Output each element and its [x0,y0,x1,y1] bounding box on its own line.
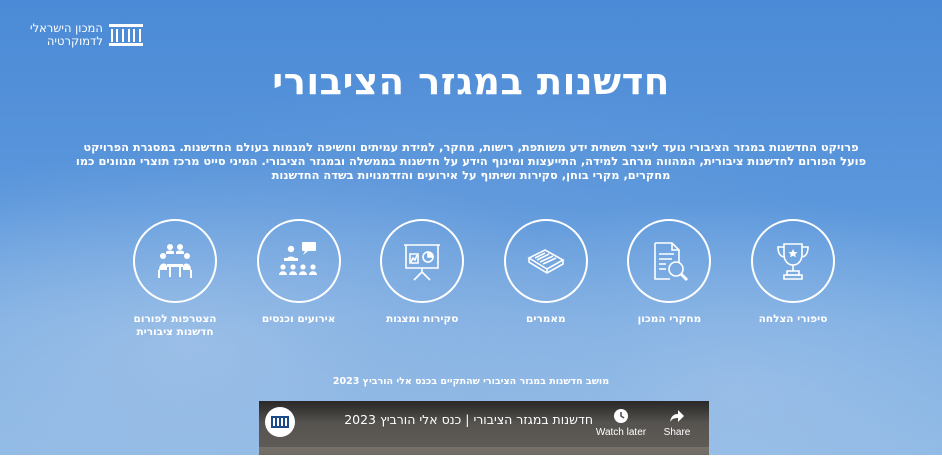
document-search-icon [654,242,689,282]
page-title: חדשנות במגזר הציבורי [272,60,670,103]
share-arrow-icon [651,407,703,425]
feature-circle[interactable] [380,219,465,303]
feature-events-conferences[interactable]: אירועים וכנסים [241,219,357,344]
channel-avatar[interactable] [265,407,295,437]
intro-line: פועל הפורום לחדשנות ציבורית, המהווה מרחב… [75,154,867,168]
logo-text: המכון הישראלי לדמוקרטיה [30,22,103,48]
watch-later-button[interactable]: Watch later [595,407,647,438]
feature-label: סיפורי הצלחה [758,313,828,325]
feature-label: מאמרים [526,313,566,325]
feature-circle[interactable] [503,219,588,303]
trophy-icon [777,243,809,280]
feature-links: סיפורי הצלחה מחקרי המכון מאמרים סקירות ו… [117,219,851,344]
clock-icon [595,407,647,425]
video-title[interactable]: חדשנות במגזר הציבורי | כנס אלי הורביץ 20… [303,412,593,427]
page: המכון הישראלי לדמוקרטיה חדשנות במגזר הצי… [0,0,942,459]
feature-label: אירועים וכנסים [261,313,336,325]
feature-label: סקירות ומצגות [386,313,459,325]
feature-articles[interactable]: מאמרים [488,219,604,344]
site-logo[interactable]: המכון הישראלי לדמוקרטיה [30,22,143,48]
feature-reviews-presentations[interactable]: סקירות ומצגות [364,219,480,344]
logo-line2: לדמוקרטיה [46,34,103,48]
intro-line: מחקרים, מקרי בוחן, סקירות ושיתוף על אירו… [271,168,671,182]
feature-institute-research[interactable]: מחקרי המכון [611,219,727,344]
feature-circle[interactable] [751,219,835,303]
logo-columns-icon [108,24,143,46]
meeting-icon [158,244,193,278]
feature-circle[interactable] [627,219,712,303]
watch-later-label: Watch later [595,427,647,438]
video-caption: מושב חדשנות במגזר הציבורי שהתקיים בכנס א… [332,376,610,387]
share-button[interactable]: Share [651,407,703,438]
feature-success-stories[interactable]: סיפורי הצלחה [735,219,851,344]
share-label: Share [663,427,691,438]
feature-circle[interactable] [133,219,218,303]
intro-line: פרויקט החדשנות במגזר הציבורי נועד לייצר … [83,140,859,154]
video-player[interactable]: חדשנות במגזר הציבורי | כנס אלי הורביץ 20… [259,401,709,455]
feature-label: מחקרי המכון [637,313,702,325]
conference-icon [278,242,317,275]
presentation-icon [404,244,441,281]
feature-join-forum[interactable]: הצטרפות לפורום חדשנות ציבורית [117,219,233,344]
feature-circle[interactable] [256,219,341,303]
newspaper-icon [527,249,565,274]
intro-paragraph: פרויקט החדשנות במגזר הציבורי נועד לייצר … [6,140,936,182]
feature-label: הצטרפות לפורום חדשנות ציבורית [133,313,217,338]
